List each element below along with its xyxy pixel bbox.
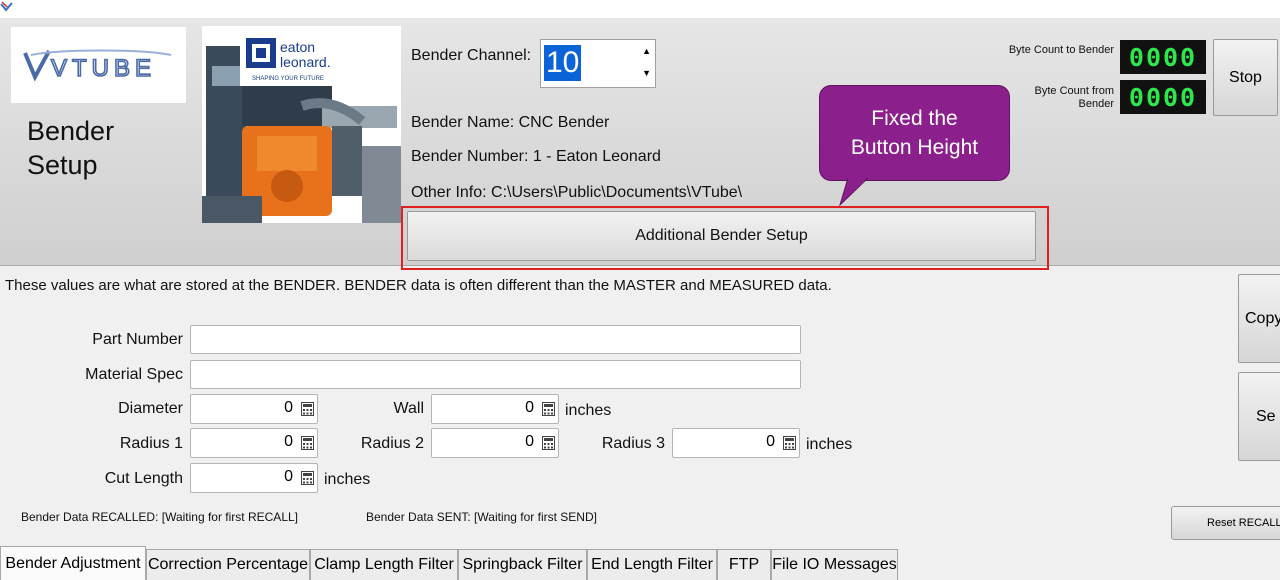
diameter-value: 0: [284, 399, 293, 416]
radius3-input[interactable]: 0: [672, 428, 800, 458]
tab-springback-filter[interactable]: Springback Filter: [458, 549, 587, 580]
vtube-logo-icon: VTUBE: [23, 49, 172, 83]
stop-button[interactable]: Stop: [1213, 39, 1278, 116]
tab-strip: Bender Adjustment Correction Percentage …: [0, 546, 1280, 580]
bender-data-info-text: These values are what are stored at the …: [5, 277, 832, 294]
bender-number-label: Bender Number: 1 - Eaton Leonard: [411, 148, 661, 165]
brand-tagline: SHAPING YOUR FUTURE: [252, 76, 324, 82]
bender-name-label: Bender Name: CNC Bender: [411, 114, 610, 131]
bender-channel-label: Bender Channel:: [411, 47, 532, 64]
tab-end-length-filter[interactable]: End Length Filter: [587, 549, 717, 580]
wall-unit: inches: [565, 402, 612, 419]
radius1-input[interactable]: 0: [190, 428, 318, 458]
tab-bender-adjustment[interactable]: Bender Adjustment: [0, 546, 146, 580]
calculator-icon[interactable]: [542, 402, 555, 416]
additional-bender-setup-button[interactable]: Additional Bender Setup: [407, 211, 1036, 261]
wall-input[interactable]: 0: [431, 394, 559, 424]
calculator-icon[interactable]: [783, 436, 796, 450]
part-number-input[interactable]: [190, 325, 801, 354]
part-number-label: Part Number: [92, 331, 183, 348]
tab-ftp[interactable]: FTP: [717, 549, 771, 580]
bender-channel-value[interactable]: 10: [544, 45, 582, 81]
calculator-icon[interactable]: [542, 436, 555, 450]
annotation-callout: Fixed the Button Height: [819, 85, 1010, 181]
send-status: Bender Data SENT: [Waiting for first SEN…: [366, 510, 597, 524]
radius1-label: Radius 1: [119, 435, 183, 452]
cut-length-input[interactable]: 0: [190, 463, 318, 493]
brand-name-line1: eaton: [280, 39, 315, 55]
app-icon: [0, 1, 13, 12]
bender-channel-spinner[interactable]: 10 ▲ ▼: [540, 39, 656, 88]
diameter-label: Diameter: [118, 400, 183, 417]
page-title: Bender Setup: [27, 116, 115, 180]
send-button[interactable]: Se: [1238, 372, 1280, 461]
other-info-label: Other Info: C:\Users\Public\Documents\VT…: [411, 184, 743, 201]
callout-text: Fixed the Button Height: [850, 107, 979, 159]
radius2-input[interactable]: 0: [431, 428, 559, 458]
radius3-value: 0: [766, 433, 775, 450]
bender-machine-photo: eaton leonard. SHAPING YOUR FUTURE: [202, 26, 401, 223]
vtube-logo: VTUBE: [11, 27, 186, 103]
calculator-icon[interactable]: [301, 436, 314, 450]
tab-file-io-messages[interactable]: File IO Messages: [771, 549, 898, 580]
radius3-label: Radius 3: [601, 435, 665, 452]
window-titlebar: [0, 0, 1280, 18]
radius1-value: 0: [284, 433, 293, 450]
byte-count-to-display: 0000: [1120, 40, 1206, 74]
cut-length-unit: inches: [324, 471, 371, 488]
radius2-value: 0: [525, 433, 534, 450]
reset-recall-button[interactable]: Reset RECALL T: [1171, 506, 1280, 540]
copy-button[interactable]: Copy: [1238, 274, 1280, 363]
spin-up-icon[interactable]: ▲: [642, 46, 651, 56]
radius3-unit: inches: [806, 436, 853, 453]
material-spec-input[interactable]: [190, 360, 801, 389]
byte-count-from-display: 0000: [1120, 80, 1206, 114]
calculator-icon[interactable]: [301, 471, 314, 485]
recall-status: Bender Data RECALLED: [Waiting for first…: [21, 510, 298, 524]
byte-count-to-label: Byte Count to Bender: [1008, 44, 1114, 56]
cut-length-label: Cut Length: [104, 470, 183, 487]
svg-text:VTUBE: VTUBE: [51, 55, 156, 82]
diameter-input[interactable]: 0: [190, 394, 318, 424]
cut-length-value: 0: [284, 468, 293, 485]
tab-correction-percentage[interactable]: Correction Percentage: [146, 549, 310, 580]
material-spec-label: Material Spec: [85, 366, 183, 383]
wall-value: 0: [525, 399, 534, 416]
wall-label: Wall: [393, 400, 424, 417]
calculator-icon[interactable]: [301, 402, 314, 416]
brand-name-line2: leonard.: [280, 54, 331, 70]
spin-down-icon[interactable]: ▼: [642, 68, 651, 78]
radius2-label: Radius 2: [360, 435, 424, 452]
callout-pointer-icon: [838, 177, 869, 207]
tab-clamp-length-filter[interactable]: Clamp Length Filter: [310, 549, 458, 580]
byte-count-from-label: Byte Count from Bender: [1034, 85, 1114, 110]
